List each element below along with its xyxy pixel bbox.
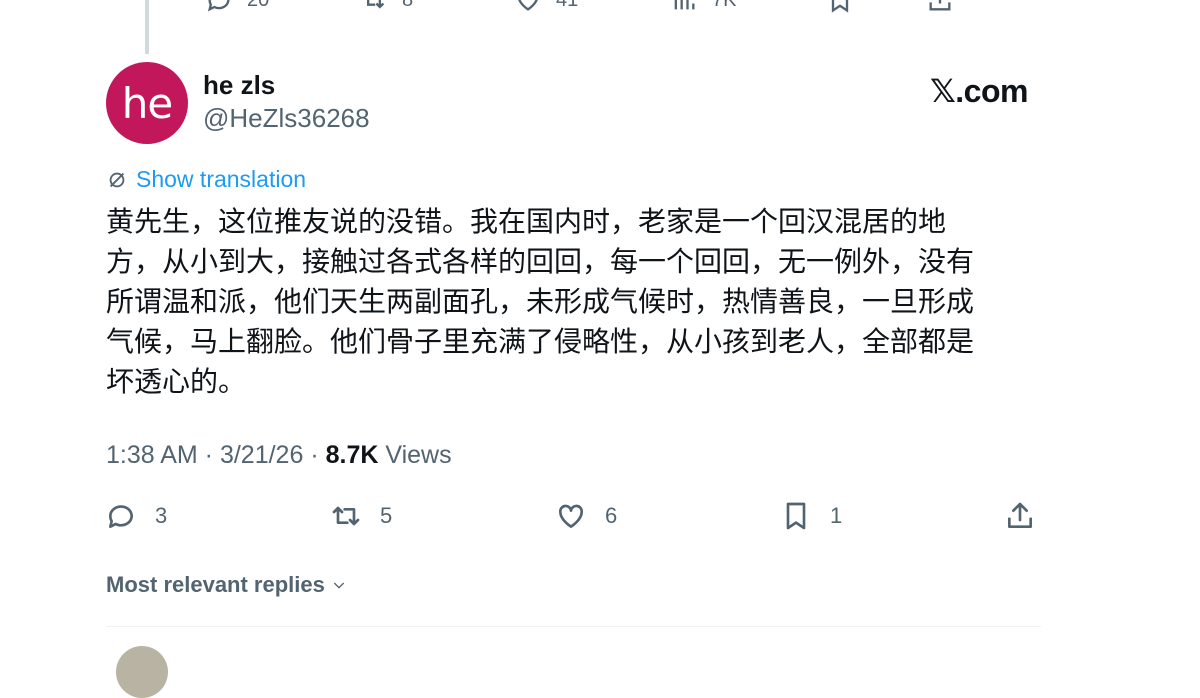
prev-view-count: 7K xyxy=(712,0,736,12)
prev-like-button[interactable]: 41 xyxy=(514,0,578,14)
chevron-down-icon xyxy=(333,582,345,589)
retweet-count: 5 xyxy=(380,503,393,528)
avatar-text: he xyxy=(121,78,173,128)
replies-sort-dropdown[interactable]: Most relevant replies xyxy=(106,572,347,598)
previous-tweet-actions: 20 8 41 7K xyxy=(0,0,1200,16)
prev-share-button[interactable] xyxy=(926,0,954,14)
share-icon xyxy=(929,0,951,11)
divider xyxy=(106,626,1041,627)
retweet-icon xyxy=(332,506,360,526)
reply-icon xyxy=(108,505,133,528)
retweet-icon xyxy=(367,0,385,9)
tweet-meta: 1:38 AM · 3/21/26 · 8.7K Views xyxy=(106,441,452,470)
bookmark-count: 1 xyxy=(830,503,843,528)
x-com-watermark: 𝕏.com xyxy=(930,73,1028,109)
show-translation-label: Show translation xyxy=(136,166,307,192)
author-display-name[interactable]: he zls xyxy=(203,70,275,101)
meta-separator: · xyxy=(303,441,326,469)
bookmark-icon xyxy=(831,0,849,13)
replies-sort-label: Most relevant replies xyxy=(106,572,325,597)
reply-button[interactable]: 3 xyxy=(105,496,167,536)
share-button[interactable] xyxy=(1004,496,1036,536)
reply-icon xyxy=(207,0,230,12)
author-handle[interactable]: @HeZls36268 xyxy=(203,103,370,134)
tweet-actions: 3 5 6 1 xyxy=(0,496,1200,536)
prev-views-button[interactable]: 7K xyxy=(670,0,736,14)
like-count: 6 xyxy=(605,503,618,528)
views-label: Views xyxy=(378,441,452,469)
retweet-button[interactable]: 5 xyxy=(330,496,392,536)
views-count: 8.7K xyxy=(325,441,379,469)
prev-bookmark-button[interactable] xyxy=(826,0,854,14)
tweet-time[interactable]: 1:38 AM xyxy=(106,441,198,470)
prev-reply-count: 20 xyxy=(247,0,269,12)
heart-icon xyxy=(558,504,584,528)
heart-icon xyxy=(518,0,538,11)
prev-reply-button[interactable]: 20 xyxy=(205,0,269,14)
tweet-date[interactable]: 3/21/26 xyxy=(220,441,303,470)
tweet-text: 黄先生，这位推友说的没错。我在国内时，老家是一个回汉混居的地 方，从小到大，接触… xyxy=(106,205,975,398)
prev-retweet-count: 8 xyxy=(402,0,413,12)
show-translation-link[interactable]: Show translation xyxy=(106,166,306,193)
prev-retweet-button[interactable]: 8 xyxy=(360,0,413,14)
next-reply-avatar[interactable] xyxy=(116,646,168,698)
bookmark-button[interactable]: 1 xyxy=(780,496,842,536)
reply-count: 3 xyxy=(155,503,168,528)
avatar[interactable]: he xyxy=(106,62,188,144)
share-icon xyxy=(1008,502,1032,528)
meta-separator: · xyxy=(197,441,220,469)
like-button[interactable]: 6 xyxy=(555,496,617,536)
prev-like-count: 41 xyxy=(556,0,578,12)
translate-icon xyxy=(109,172,125,187)
bookmark-icon xyxy=(786,502,806,530)
views-icon xyxy=(674,0,695,10)
